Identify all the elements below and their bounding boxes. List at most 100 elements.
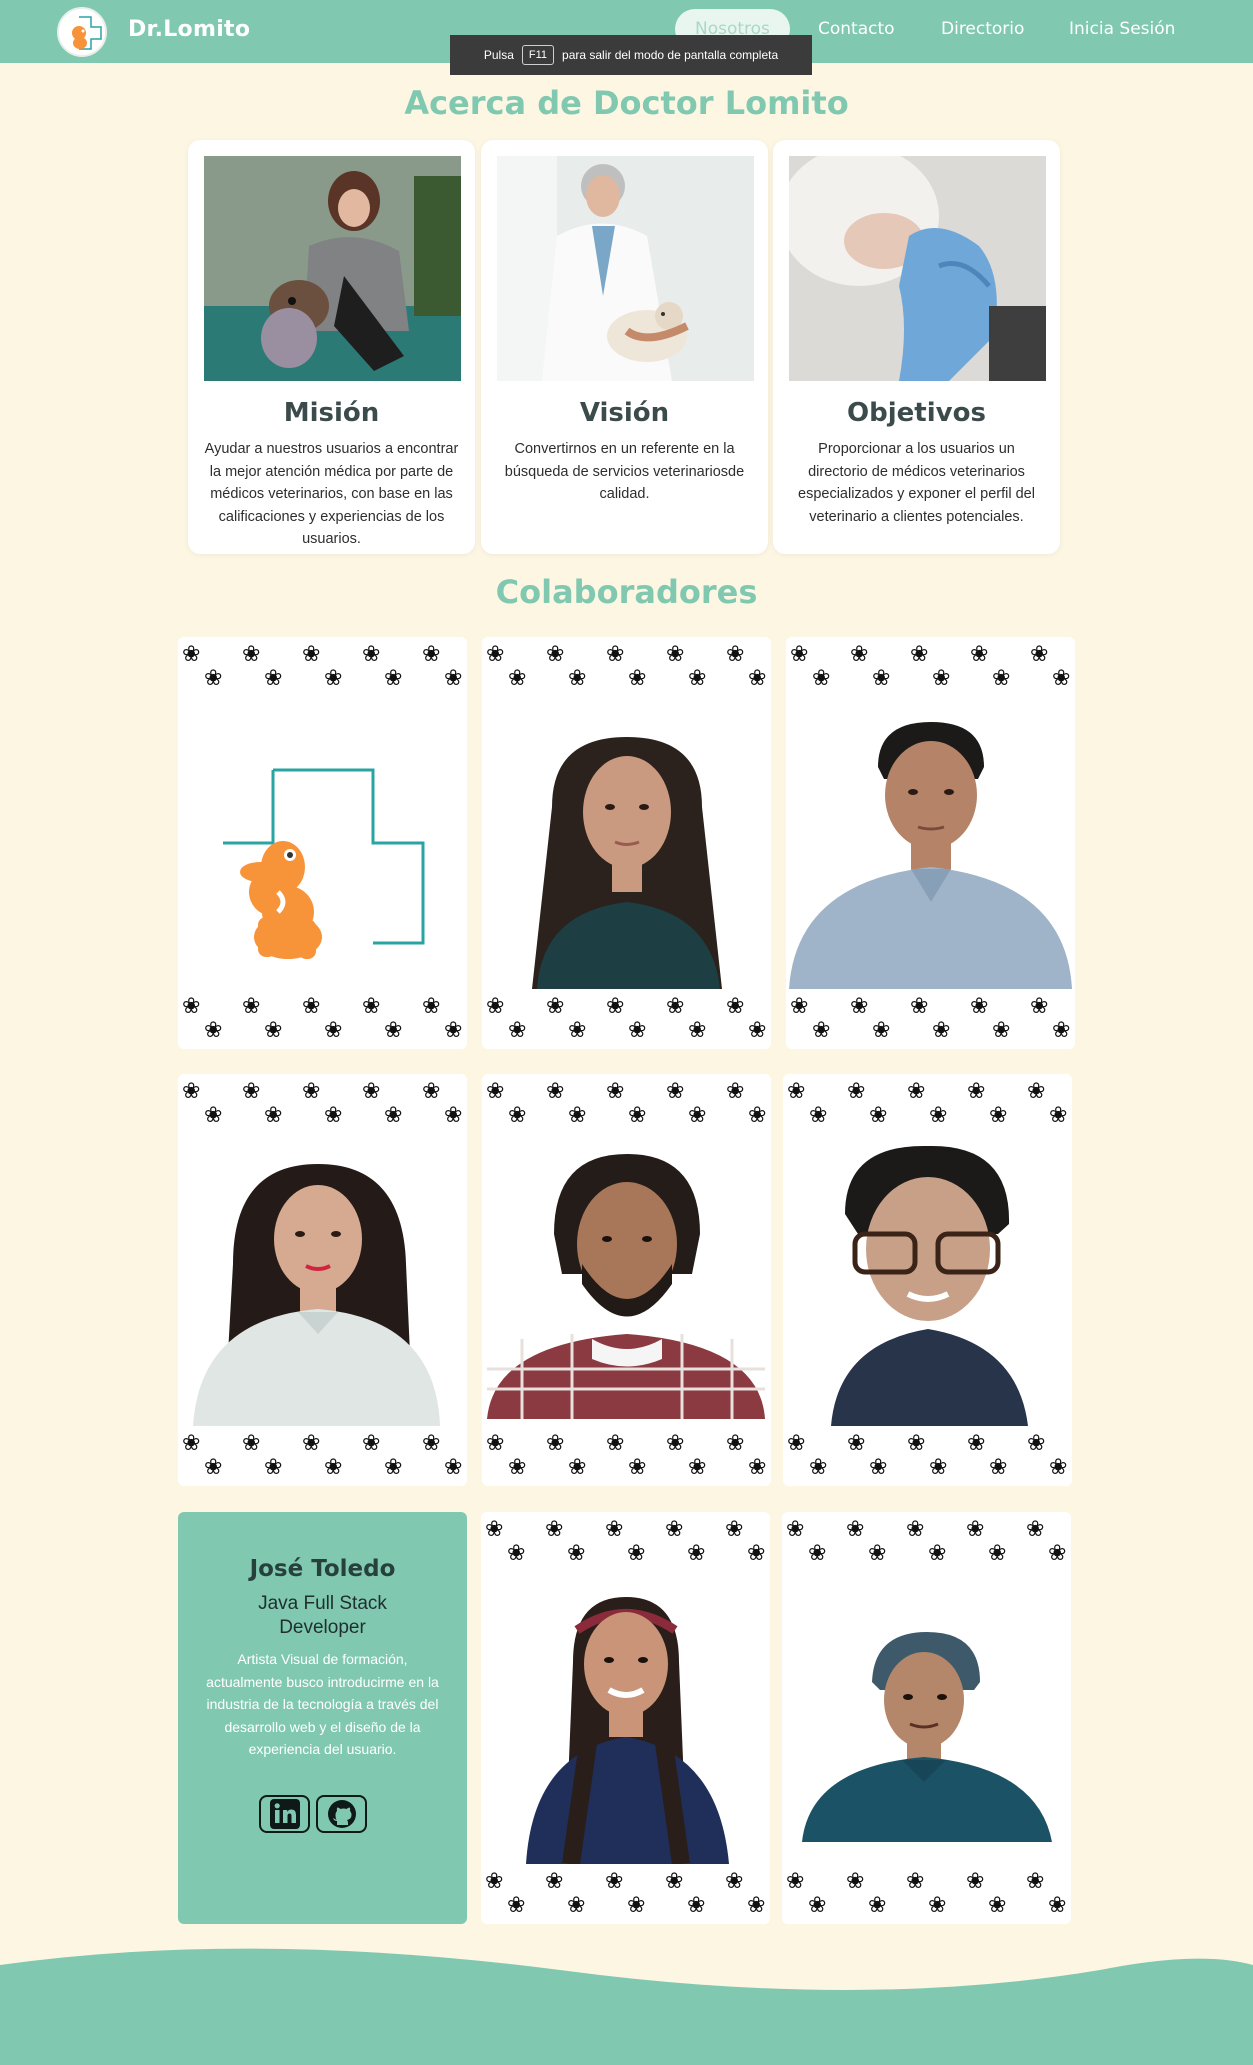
paw-print-icon: ❀ — [970, 993, 989, 1018]
paw-print-icon: ❀ — [989, 1454, 1008, 1479]
paw-print-icon: ❀ — [808, 1540, 827, 1565]
paw-print-icon: ❀ — [362, 993, 381, 1018]
paw-print-icon: ❀ — [748, 665, 767, 690]
paw-pattern-top: ❀ ❀ ❀ ❀ ❀ ❀ ❀ ❀ ❀ ❀ — [786, 637, 1075, 697]
tip-key: F11 — [521, 45, 555, 65]
paw-print-icon: ❀ — [546, 993, 565, 1018]
mision-text: Ayudar a nuestros usuarios a encontrar l… — [204, 441, 459, 547]
paw-print-icon: ❀ — [850, 993, 869, 1018]
paw-print-icon: ❀ — [906, 1516, 925, 1541]
paw-print-icon: ❀ — [1030, 641, 1049, 666]
paw-print-icon: ❀ — [790, 641, 809, 666]
about-title: Acerca de Doctor Lomito — [404, 84, 849, 122]
brand-logo[interactable] — [57, 7, 107, 57]
paw-print-icon: ❀ — [846, 1868, 865, 1893]
paw-print-icon: ❀ — [666, 993, 685, 1018]
paw-print-icon: ❀ — [627, 1892, 646, 1917]
nav-inicia-sesion[interactable]: Inicia Sesión — [1069, 19, 1175, 39]
paw-print-icon: ❀ — [422, 641, 441, 666]
paw-print-icon: ❀ — [786, 1516, 805, 1541]
paw-print-icon: ❀ — [1049, 1102, 1068, 1127]
paw-print-icon: ❀ — [204, 1102, 223, 1127]
paw-print-icon: ❀ — [242, 641, 261, 666]
brand-name[interactable]: Dr.Lomito — [128, 17, 250, 42]
paw-print-icon: ❀ — [1052, 665, 1071, 690]
paw-print-icon: ❀ — [846, 1516, 865, 1541]
paw-print-icon: ❀ — [1048, 1540, 1067, 1565]
paw-print-icon: ❀ — [324, 665, 343, 690]
objetivos-heading: Objetivos — [847, 398, 986, 428]
paw-print-icon: ❀ — [182, 1078, 201, 1103]
nav-contacto[interactable]: Contacto — [818, 19, 895, 39]
paw-print-icon: ❀ — [568, 1017, 587, 1042]
paw-print-icon: ❀ — [545, 1868, 564, 1893]
paw-print-icon: ❀ — [1048, 1892, 1067, 1917]
paw-print-icon: ❀ — [182, 993, 201, 1018]
paw-print-icon: ❀ — [786, 1868, 805, 1893]
paw-print-icon: ❀ — [444, 1102, 463, 1127]
paw-print-icon: ❀ — [687, 1892, 706, 1917]
paw-print-icon: ❀ — [992, 665, 1011, 690]
tip-text-before: Pulsa — [483, 48, 514, 62]
linkedin-icon — [269, 1799, 300, 1829]
paw-pattern-bottom: ❀ ❀ ❀ ❀ ❀ ❀ ❀ ❀ ❀ ❀ — [786, 989, 1075, 1049]
paw-pattern-top: ❀ ❀ ❀ ❀ ❀ ❀ ❀ ❀ ❀ ❀ — [783, 1074, 1072, 1134]
paw-print-icon: ❀ — [787, 1430, 806, 1455]
collaborator-role: Java Full Stack Developer — [258, 1593, 387, 1638]
paw-print-icon: ❀ — [809, 1454, 828, 1479]
paw-print-icon: ❀ — [910, 993, 929, 1018]
paw-print-icon: ❀ — [726, 641, 745, 666]
mision-heading: Misión — [283, 398, 380, 428]
paw-print-icon: ❀ — [362, 1430, 381, 1455]
paw-print-icon: ❀ — [910, 641, 929, 666]
paw-print-icon: ❀ — [507, 1540, 526, 1565]
paw-print-icon: ❀ — [606, 993, 625, 1018]
collaborator-card-5[interactable]: ❀ ❀ ❀ ❀ ❀ ❀ ❀ ❀ ❀ ❀ ❀ ❀ ❀ ❀ ❀ ❀ ❀ ❀ ❀ ❀ — [482, 1074, 771, 1486]
paw-print-icon: ❀ — [628, 1017, 647, 1042]
paw-print-icon: ❀ — [687, 1540, 706, 1565]
paw-print-icon: ❀ — [666, 641, 685, 666]
vision-card: Visión Convertirnos en un referente en l… — [481, 140, 768, 554]
paw-print-icon: ❀ — [808, 1892, 827, 1917]
paw-print-icon: ❀ — [204, 665, 223, 690]
paw-print-icon: ❀ — [847, 1078, 866, 1103]
paw-print-icon: ❀ — [1052, 1017, 1071, 1042]
paw-print-icon: ❀ — [242, 1078, 261, 1103]
paw-print-icon: ❀ — [568, 1102, 587, 1127]
paw-print-icon: ❀ — [508, 1017, 527, 1042]
collaborator-card-4[interactable]: ❀ ❀ ❀ ❀ ❀ ❀ ❀ ❀ ❀ ❀ ❀ ❀ ❀ ❀ ❀ ❀ ❀ ❀ ❀ ❀ — [178, 1074, 467, 1486]
paw-pattern-top: ❀ ❀ ❀ ❀ ❀ ❀ ❀ ❀ ❀ ❀ — [482, 1074, 771, 1134]
paw-print-icon: ❀ — [787, 1078, 806, 1103]
vision-text: Convertirnos en un referente en la búsqu… — [504, 441, 745, 502]
objetivos-card: Objetivos Proporcionar a los usuarios un… — [773, 140, 1060, 554]
paw-print-icon: ❀ — [546, 1430, 565, 1455]
paw-print-icon: ❀ — [302, 993, 321, 1018]
paw-print-icon: ❀ — [302, 1078, 321, 1103]
paw-print-icon: ❀ — [204, 1454, 223, 1479]
paw-print-icon: ❀ — [507, 1892, 526, 1917]
paw-print-icon: ❀ — [1027, 1430, 1046, 1455]
paw-print-icon: ❀ — [748, 1454, 767, 1479]
paw-print-icon: ❀ — [628, 1102, 647, 1127]
paw-print-icon: ❀ — [970, 641, 989, 666]
linkedin-button[interactable] — [259, 1795, 310, 1833]
logo-icon — [72, 16, 102, 50]
paw-print-icon: ❀ — [324, 1102, 343, 1127]
paw-print-icon: ❀ — [628, 1454, 647, 1479]
paw-print-icon: ❀ — [869, 1102, 888, 1127]
collaborator-card-logo[interactable]: ❀ ❀ ❀ ❀ ❀ ❀ ❀ ❀ ❀ ❀ ❀ ❀ ❀ ❀ ❀ ❀ ❀ ❀ ❀ ❀ — [178, 637, 467, 1049]
paw-print-icon: ❀ — [567, 1892, 586, 1917]
dr-lomito-logo-image — [178, 697, 467, 989]
paw-print-icon: ❀ — [605, 1516, 624, 1541]
nav-directorio[interactable]: Directorio — [941, 19, 1024, 39]
paw-print-icon: ❀ — [362, 1078, 381, 1103]
paw-print-icon: ❀ — [508, 1454, 527, 1479]
github-button[interactable] — [316, 1795, 367, 1833]
collaborator-card-7[interactable]: ❀ ❀ ❀ ❀ ❀ ❀ ❀ ❀ ❀ ❀ ❀ ❀ ❀ ❀ ❀ ❀ ❀ ❀ ❀ ❀ — [481, 1512, 770, 1924]
paw-print-icon: ❀ — [242, 993, 261, 1018]
collaborator-card-8[interactable]: ❀ ❀ ❀ ❀ ❀ ❀ ❀ ❀ ❀ ❀ ❀ ❀ ❀ ❀ ❀ ❀ ❀ ❀ ❀ ❀ — [782, 1512, 1071, 1924]
collaborator-card-2[interactable]: ❀ ❀ ❀ ❀ ❀ ❀ ❀ ❀ ❀ ❀ ❀ ❀ ❀ ❀ ❀ ❀ ❀ ❀ ❀ ❀ — [482, 637, 771, 1049]
collaborator-card-6[interactable]: ❀ ❀ ❀ ❀ ❀ ❀ ❀ ❀ ❀ ❀ ❀ ❀ ❀ ❀ ❀ ❀ ❀ ❀ ❀ ❀ — [783, 1074, 1072, 1486]
collaborator-card-3[interactable]: ❀ ❀ ❀ ❀ ❀ ❀ ❀ ❀ ❀ ❀ ❀ ❀ ❀ ❀ ❀ ❀ ❀ ❀ ❀ ❀ — [786, 637, 1075, 1049]
paw-print-icon: ❀ — [605, 1868, 624, 1893]
